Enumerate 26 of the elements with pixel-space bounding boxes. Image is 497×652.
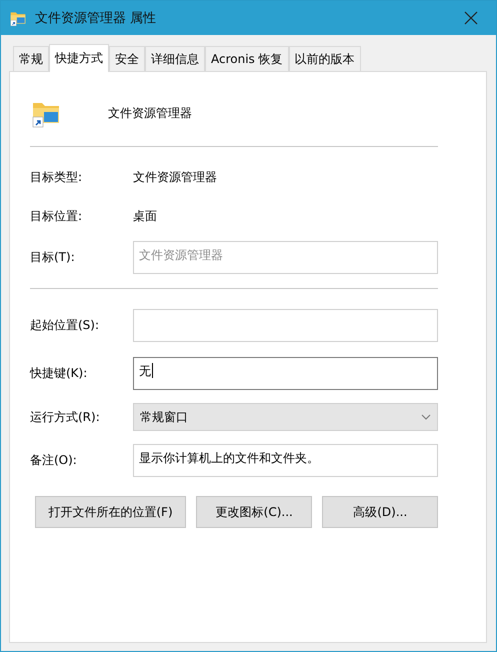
shortcut-name: 文件资源管理器 [108, 104, 192, 122]
tab[interactable]: 以前的版本 [288, 46, 361, 71]
field-label: 运行方式(R): [30, 408, 101, 426]
dropdown[interactable]: 常规窗口 [133, 403, 438, 431]
tab[interactable]: 快捷方式 [49, 44, 109, 72]
field-value: 桌面 [133, 208, 157, 224]
input-field[interactable]: 显示你计算机上的文件和文件夹。 [133, 444, 438, 477]
tab[interactable]: 详细信息 [145, 46, 205, 71]
tab[interactable]: 安全 [109, 46, 145, 71]
field-label: 备注(O): [30, 452, 78, 469]
close-icon [464, 11, 478, 25]
chevron-down-icon [421, 414, 431, 420]
field-label: 快捷键(K): [30, 365, 88, 382]
tab[interactable]: Acronis 恢复 [205, 46, 289, 71]
dialog-button[interactable]: 打开文件所在的位置(F) [35, 496, 186, 528]
field-value: 文件资源管理器 [133, 168, 217, 186]
dialog-button[interactable]: 更改图标(C)... [196, 496, 312, 528]
field-label: 目标位置: [30, 208, 84, 224]
tab[interactable]: 常规 [13, 46, 49, 71]
dialog-button[interactable]: 高级(D)... [322, 496, 438, 528]
window-title: 文件资源管理器 属性 [35, 10, 158, 27]
input-field[interactable] [133, 309, 438, 342]
field-label: 目标(T): [30, 249, 76, 266]
field-label: 起始位置(S): [30, 317, 100, 334]
input-field[interactable]: 无 [133, 357, 438, 390]
field-label: 目标类型: [30, 168, 84, 186]
